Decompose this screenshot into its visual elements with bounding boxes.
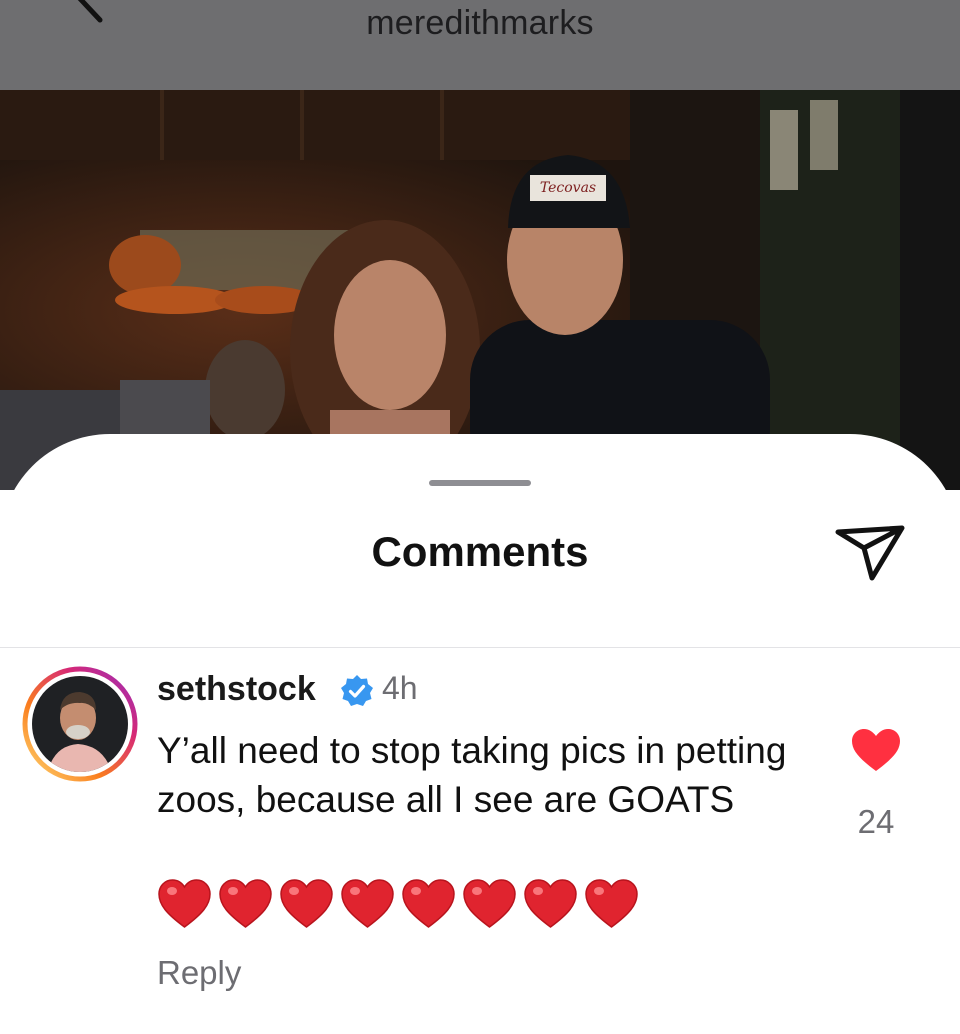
divider: [0, 647, 960, 648]
post-photo: Tecovas: [0, 90, 960, 490]
comment-time: 4h: [382, 670, 418, 706]
comment-text: Y’all need to stop taking pics in pettin…: [157, 730, 787, 820]
reply-button[interactable]: Reply: [157, 954, 241, 992]
like-count: 24: [857, 803, 895, 840]
emoji-row: [157, 878, 639, 932]
red-heart-emoji-icon: [341, 879, 394, 928]
cap-logo-text: Tecovas: [540, 180, 596, 196]
sheet-title: Comments: [371, 528, 589, 575]
sheet-grabber[interactable]: [429, 480, 531, 486]
comment-username[interactable]: sethstock: [157, 670, 316, 709]
top-bar: meredithmarks: [0, 0, 960, 90]
red-heart-emoji-icon: [585, 879, 638, 928]
verified-badge-icon: [341, 675, 373, 706]
avatar[interactable]: [22, 666, 138, 782]
page-title: meredithmarks: [366, 4, 594, 42]
red-heart-emoji-icon: [280, 879, 333, 928]
red-heart-emoji-icon: [402, 879, 455, 928]
red-heart-emoji-icon: [158, 879, 211, 928]
paper-plane-icon[interactable]: [832, 518, 908, 586]
red-heart-emoji-icon: [463, 879, 516, 928]
red-heart-emoji-icon: [219, 879, 272, 928]
red-heart-emoji-icon: [524, 879, 577, 928]
heart-icon[interactable]: [850, 727, 902, 773]
